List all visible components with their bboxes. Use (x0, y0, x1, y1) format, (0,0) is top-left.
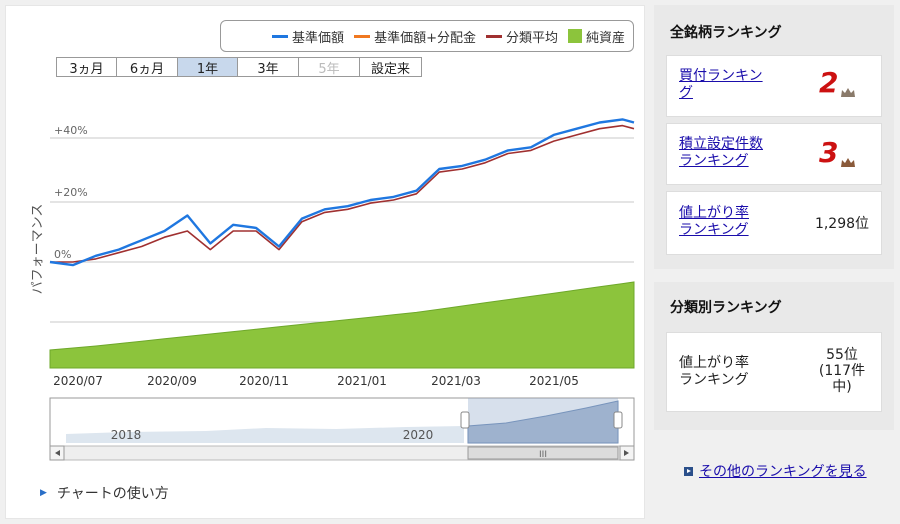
x-tick-label: 2020/09 (147, 374, 197, 388)
ranking-card-category-price-increase: 値上がり率 ランキング 55位 (117件 中) (666, 332, 882, 412)
chart-panel: 基準価額 基準価額+分配金 分類平均 純資産 3ヵ月 6ヵ月 1年 3年 5年 … (5, 5, 645, 519)
y-tick-label: +40% (54, 124, 88, 137)
navigator-selection (468, 398, 618, 443)
savings-setup-ranking-link[interactable]: 積立設定件数 ランキング (679, 136, 763, 170)
savings-setup-rank-number: 3 (819, 136, 839, 169)
ranking-card-price-increase: 値上がり率 ランキング 1,298位 (666, 191, 882, 255)
y-tick-label: 0% (54, 248, 71, 261)
performance-lines (49, 118, 635, 267)
value-line: 55位 (826, 347, 858, 363)
purchase-ranking-link[interactable]: 買付ランキン グ (679, 68, 763, 102)
range-navigator[interactable]: 2018 2020 III (49, 397, 635, 461)
label-line: 値上がり率 (679, 205, 749, 221)
x-tick-label: 2021/05 (529, 374, 579, 388)
label-line: 買付ランキン (679, 68, 763, 84)
ranking-card-savings-setup: 積立設定件数 ランキング 3 (666, 123, 882, 185)
crown-icon (841, 158, 855, 167)
price-increase-rank-value: 1,298位 (814, 216, 870, 232)
nav-line (49, 118, 635, 267)
category-ranking-panel: 分類別ランキング 値上がり率 ランキング 55位 (117件 中) (654, 282, 894, 430)
other-rankings-link[interactable]: その他のランキングを見る (684, 461, 867, 481)
x-tick-labels: 2020/07 2020/09 2020/11 2021/01 2021/03 2021/… (53, 374, 579, 388)
all-ranking-title: 全銘柄ランキング (670, 25, 782, 41)
label-line: ランキング (679, 222, 749, 238)
x-tick-label: 2020/11 (239, 374, 289, 388)
y-tick-label: +20% (54, 186, 88, 199)
category-ranking-title: 分類別ランキング (670, 300, 782, 316)
label-line: ランキング (679, 372, 749, 388)
scrollbar-grip: III (539, 450, 547, 460)
x-tick-label: 2020/07 (53, 374, 103, 388)
navigator-label: 2020 (403, 428, 434, 442)
arrow-square-icon (684, 466, 693, 476)
all-ranking-panel: 全銘柄ランキング 買付ランキン グ 2 積立設定件数 ランキング 3 値上がり率… (654, 5, 894, 269)
purchase-rank-number: 2 (819, 66, 839, 99)
x-tick-label: 2021/01 (337, 374, 387, 388)
value-line: (117件 (818, 363, 866, 379)
chart-howto-label: チャートの使い方 (56, 486, 169, 502)
x-tick-label: 2021/03 (431, 374, 481, 388)
other-rankings-label: その他のランキングを見る (699, 464, 867, 480)
price-increase-ranking-link[interactable]: 値上がり率 ランキング (679, 205, 749, 239)
ranking-card-purchase: 買付ランキン グ 2 (666, 55, 882, 117)
net-assets-area-path (49, 281, 635, 369)
value-line: 中) (832, 379, 852, 395)
y-tick-labels: 0% +20% +40% (54, 124, 88, 261)
label-line: 値上がり率 (679, 355, 749, 371)
label-line: ランキング (679, 153, 749, 169)
navigator-handle-left (460, 411, 470, 429)
navigator-handle-right (613, 411, 623, 429)
triangle-right-icon: ▶ (40, 488, 47, 498)
performance-chart: 0%+20%+40% 2020/07 2020/09 2020/11 2021/01 2… (49, 118, 635, 461)
crown-icon (841, 88, 855, 97)
category-price-increase-label: 値上がり率 ランキング (679, 355, 749, 389)
chart-howto-link[interactable]: ▶ チャートの使い方 (40, 483, 169, 503)
label-line: グ (679, 85, 693, 101)
category-rank-value: 55位 (117件 中) (807, 347, 877, 395)
label-line: 積立設定件数 (679, 136, 763, 152)
net-assets-area (49, 281, 635, 369)
navigator-label: 2018 (111, 428, 142, 442)
